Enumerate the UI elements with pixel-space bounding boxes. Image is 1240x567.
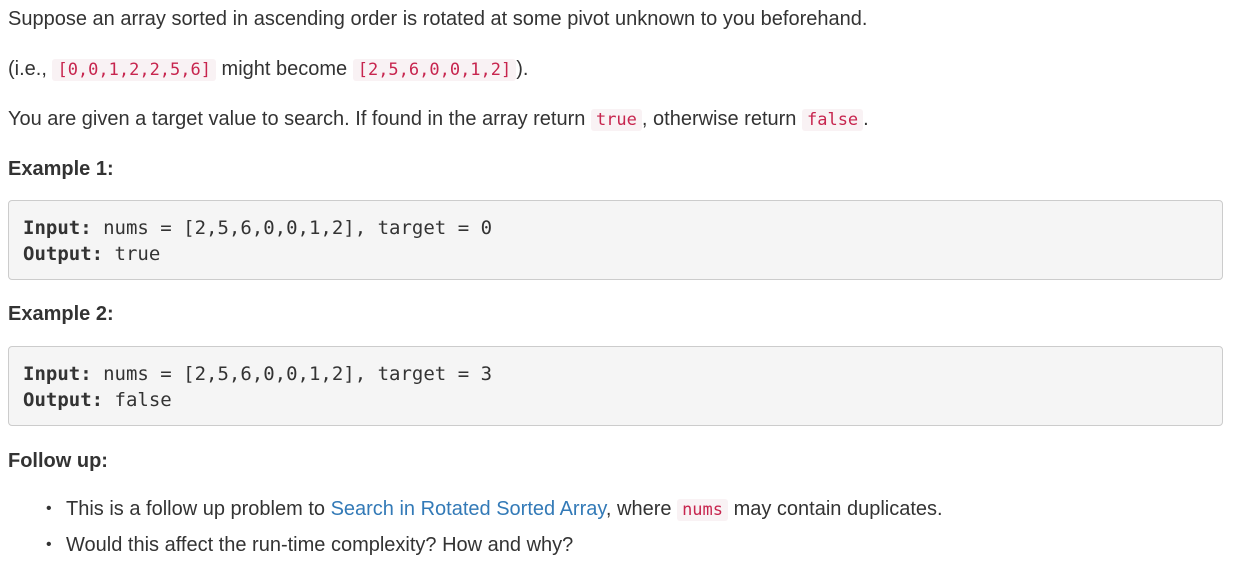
example-1-output-line: Output: true (23, 241, 160, 267)
list-item-text: Would this affect the run-time complexit… (66, 534, 574, 556)
intro-text: Suppose an array sorted in ascending ord… (8, 8, 868, 30)
true-code: true (590, 109, 642, 131)
input-value: nums = [2,5,6,0,0,1,2], target = 0 (91, 217, 493, 239)
target-prefix: You are given a target value to search. … (8, 108, 591, 130)
output-label: Output: (23, 389, 104, 411)
target-suffix: . (863, 108, 869, 130)
output-label: Output: (23, 243, 104, 265)
intro-paragraph: Suppose an array sorted in ascending ord… (8, 6, 867, 32)
example-2-code-block: Input: nums = [2,5,6,0,0,1,2], target = … (8, 346, 1223, 426)
item-prefix: This is a follow up problem to (66, 498, 331, 520)
input-label: Input: (23, 217, 92, 239)
list-item-text: This is a follow up problem to Search in… (66, 496, 943, 523)
ie-middle: might become (221, 58, 353, 80)
example-1-input-line: Input: nums = [2,5,6,0,0,1,2], target = … (23, 215, 492, 241)
example-1-code-block: Input: nums = [2,5,6,0,0,1,2], target = … (8, 200, 1223, 280)
bullet-icon: • (46, 536, 52, 553)
nums-code: nums (677, 499, 729, 521)
example-1-heading: Example 1: (8, 158, 114, 180)
false-code: false (801, 109, 864, 131)
output-value: false (103, 389, 172, 411)
ie-suffix: ). (516, 58, 529, 80)
input-label: Input: (23, 363, 92, 385)
example-2-heading: Example 2: (8, 303, 114, 325)
example-2-input-line: Input: nums = [2,5,6,0,0,1,2], target = … (23, 361, 492, 387)
rotated-array-code: [2,5,6,0,0,1,2] (352, 59, 517, 81)
sorted-array-code: [0,0,1,2,2,5,6] (52, 59, 216, 81)
input-value: nums = [2,5,6,0,0,1,2], target = 3 (91, 363, 493, 385)
target-paragraph: You are given a target value to search. … (8, 106, 869, 133)
bullet-icon: • (46, 500, 52, 517)
example-2-output-line: Output: false (23, 387, 172, 413)
target-middle: , otherwise return (641, 108, 802, 130)
search-rotated-array-link[interactable]: Search in Rotated Sorted Array (331, 498, 606, 520)
ie-prefix: (i.e., (8, 58, 53, 80)
output-value: true (103, 243, 161, 265)
follow-up-heading: Follow up: (8, 450, 108, 472)
example-transform-paragraph: (i.e., [0,0,1,2,2,5,6] might become [2,5… (8, 56, 528, 83)
item-suffix: may contain duplicates. (728, 498, 943, 520)
item-middle: , where (605, 498, 678, 520)
